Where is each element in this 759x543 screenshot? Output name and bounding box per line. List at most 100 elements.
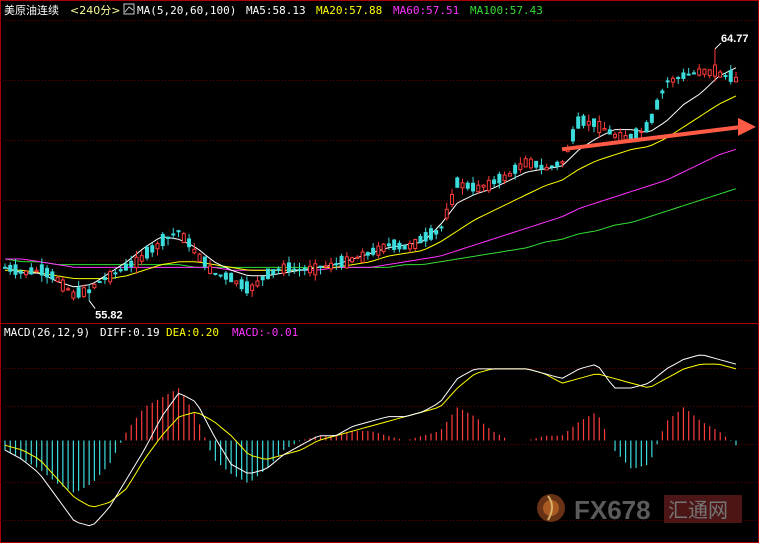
candle-body bbox=[29, 267, 34, 275]
candle-body bbox=[50, 271, 55, 280]
candle-body bbox=[423, 232, 428, 242]
candle-body bbox=[18, 270, 23, 274]
candle-body bbox=[597, 120, 602, 134]
candle-body bbox=[229, 272, 234, 283]
candle-body bbox=[192, 248, 197, 254]
candle-body bbox=[276, 268, 281, 271]
ma20-line bbox=[5, 95, 737, 280]
ma20-label: MA20:57.88 bbox=[316, 4, 382, 17]
candle-body bbox=[397, 242, 402, 250]
candle-body bbox=[113, 272, 118, 275]
candle-body bbox=[76, 287, 81, 298]
candle-body bbox=[102, 277, 107, 280]
candle-body bbox=[712, 64, 717, 77]
price-annotations: 64.77 55.82 bbox=[88, 33, 756, 322]
candle-body bbox=[371, 247, 376, 255]
candle-body bbox=[465, 182, 470, 189]
candle-body bbox=[13, 264, 18, 275]
candle-body bbox=[523, 158, 528, 168]
candle-body bbox=[418, 235, 423, 244]
candle-body bbox=[329, 262, 334, 270]
candle-body bbox=[213, 272, 218, 275]
candle-body bbox=[350, 257, 355, 263]
candle-body bbox=[144, 246, 149, 259]
candle-body bbox=[655, 99, 660, 110]
candle-body bbox=[360, 251, 365, 263]
candle-body bbox=[108, 271, 113, 283]
candle-body bbox=[539, 164, 544, 170]
candle-body bbox=[502, 174, 507, 182]
candle-body bbox=[234, 280, 239, 285]
candle-body bbox=[586, 120, 591, 126]
candle-body bbox=[481, 184, 486, 188]
candle-body bbox=[691, 72, 696, 75]
candle-body bbox=[34, 269, 39, 273]
candle-body bbox=[544, 166, 549, 171]
candle-body bbox=[460, 182, 465, 189]
candle-body bbox=[339, 255, 344, 267]
candle-body bbox=[702, 68, 707, 75]
candle-body bbox=[623, 135, 628, 141]
candle-body bbox=[250, 284, 255, 291]
candle-body bbox=[649, 113, 654, 123]
ma-params: MA(5,20,60,100) bbox=[137, 4, 236, 17]
candle-body bbox=[265, 268, 270, 279]
candle-body bbox=[202, 256, 207, 267]
candle-body bbox=[155, 242, 160, 250]
candle-body bbox=[513, 164, 518, 174]
candle-body bbox=[570, 129, 575, 142]
macd-params: MACD(26,12,9) bbox=[4, 326, 90, 339]
ma60-label: MA60:57.51 bbox=[393, 4, 459, 17]
candle-body bbox=[134, 256, 139, 269]
chart-border bbox=[0, 0, 759, 543]
candle-body bbox=[697, 68, 702, 76]
candle-body bbox=[45, 267, 50, 278]
symbol-title: 美原油连续 bbox=[4, 3, 59, 17]
candle-body bbox=[602, 127, 607, 131]
candle-body bbox=[581, 115, 586, 126]
ma5-line bbox=[4, 67, 737, 288]
candle-body bbox=[197, 253, 202, 263]
candle-body bbox=[150, 245, 155, 253]
candle-body bbox=[549, 165, 554, 168]
candle-body bbox=[686, 73, 691, 76]
candle-body bbox=[486, 179, 491, 192]
candle-body bbox=[439, 226, 444, 229]
candle-body bbox=[402, 244, 407, 250]
candles bbox=[3, 48, 738, 301]
candle-body bbox=[665, 80, 670, 83]
candle-body bbox=[318, 265, 323, 269]
candle-body bbox=[613, 133, 618, 138]
candle-body bbox=[528, 158, 533, 169]
candle-body bbox=[386, 243, 391, 247]
candle-body bbox=[718, 71, 723, 78]
ma-toggle-icon[interactable] bbox=[123, 3, 135, 15]
candle-body bbox=[87, 289, 92, 294]
ma60-line bbox=[5, 148, 737, 271]
low-label: 55.82 bbox=[95, 310, 123, 322]
candle-body bbox=[286, 262, 291, 272]
candle-body bbox=[171, 233, 176, 236]
candle-body bbox=[634, 128, 639, 140]
candle-body bbox=[255, 280, 260, 287]
candle-body bbox=[308, 265, 313, 274]
ma-lines bbox=[4, 67, 737, 288]
candle-body bbox=[450, 193, 455, 205]
diff-label: DIFF:0.19 bbox=[100, 326, 160, 339]
candle-body bbox=[728, 70, 733, 82]
candle-body bbox=[381, 243, 386, 253]
candle-body bbox=[355, 256, 360, 259]
candle-body bbox=[302, 267, 307, 271]
watermark-cn: 汇通网 bbox=[668, 498, 728, 522]
dea-line bbox=[4, 363, 737, 508]
low-pointer bbox=[88, 300, 96, 309]
candle-body bbox=[455, 177, 460, 188]
candle-body bbox=[55, 277, 60, 282]
candle-body bbox=[39, 264, 44, 276]
candle-body bbox=[428, 228, 433, 240]
candle-body bbox=[271, 269, 276, 275]
candle-body bbox=[560, 161, 565, 164]
candle-body bbox=[3, 266, 7, 269]
candle-body bbox=[187, 238, 192, 248]
candle-body bbox=[492, 179, 497, 185]
